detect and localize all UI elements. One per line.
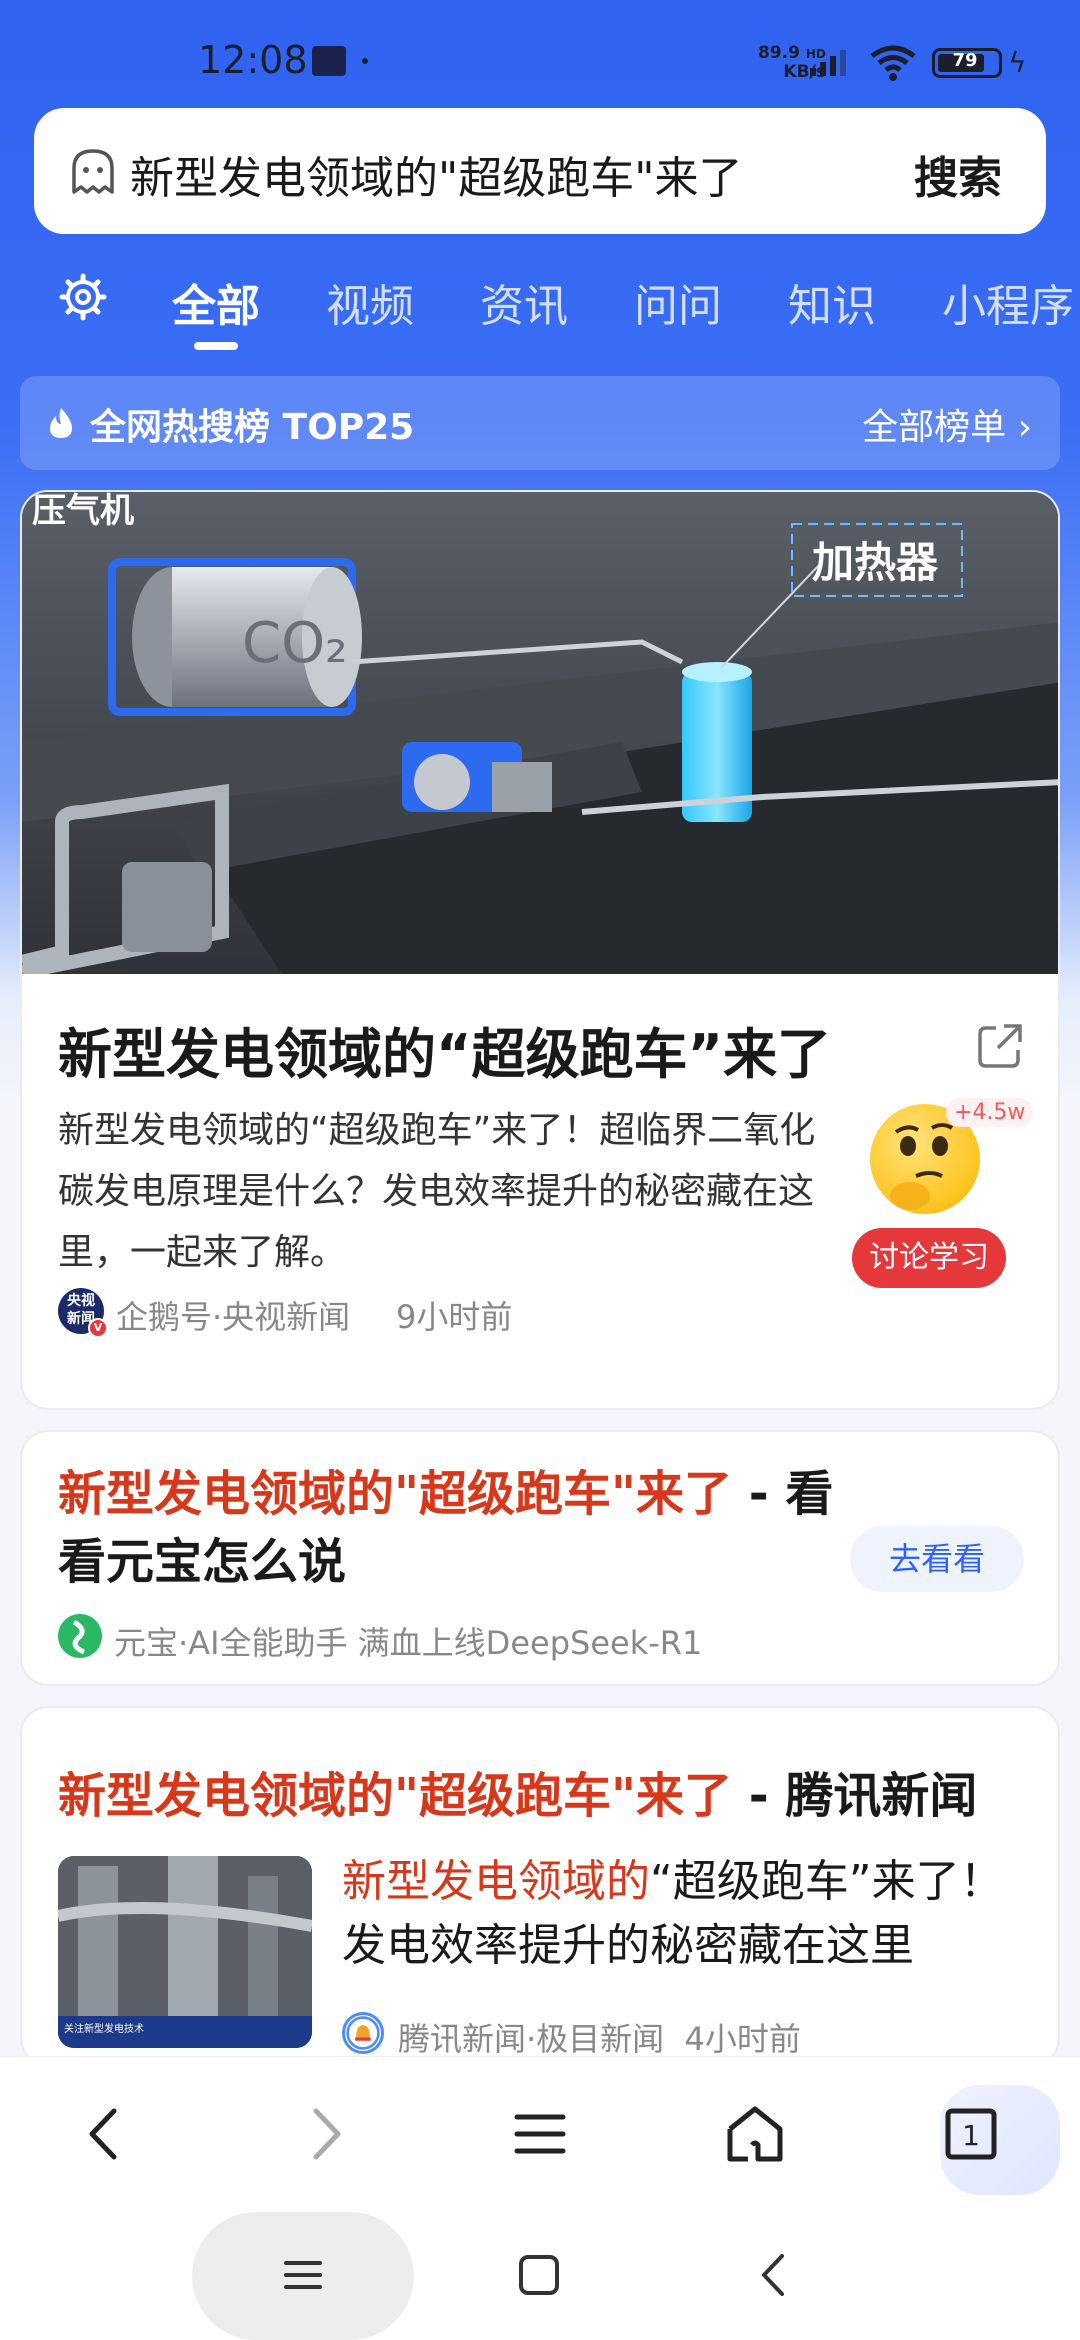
svg-text:关注新型发电技术: 关注新型发电技术 xyxy=(64,2022,144,2035)
discuss-learn-button[interactable]: 讨论学习 xyxy=(852,1228,1006,1288)
menu-icon[interactable] xyxy=(505,2099,575,2169)
yuanbao-logo-icon xyxy=(58,1614,102,1658)
video-thumbnail[interactable]: CO₂ 加热器 压气机 xyxy=(22,492,1058,974)
svg-text:1: 1 xyxy=(962,2119,980,2152)
compressor-label: 压气机 xyxy=(32,492,134,531)
tank-label: CO₂ xyxy=(242,611,348,676)
source-avatar: 央视 新闻 V xyxy=(58,1288,108,1338)
forward-icon[interactable] xyxy=(290,2099,360,2169)
result-card-video[interactable]: CO₂ 加热器 压气机 新型发电领域的“超级跑车”来了 新型发电领域的“超级跑车… xyxy=(20,490,1060,1410)
charging-icon: ϟ xyxy=(1008,46,1027,79)
tabs-icon: 1 xyxy=(945,2108,997,2160)
verified-icon: V xyxy=(88,1318,108,1338)
system-menu-icon[interactable] xyxy=(278,2250,328,2300)
source-name[interactable]: 企鹅号·央视新闻 xyxy=(116,1292,350,1338)
search-box[interactable]: 新型发电领域的"超级跑车"来了 搜索 xyxy=(34,108,1046,234)
hot-list-title: 全网热搜榜 TOP25 xyxy=(90,407,415,448)
heater-label: 加热器 xyxy=(812,538,939,587)
tencent-news-logo-icon xyxy=(342,2012,384,2054)
tab-knowledge[interactable]: 知识 xyxy=(788,270,876,334)
tab-video[interactable]: 视频 xyxy=(326,270,414,334)
tab-ask[interactable]: 问问 xyxy=(634,270,722,334)
reaction-count: +4.5w xyxy=(946,1098,1034,1127)
share-icon[interactable] xyxy=(974,1020,1026,1072)
home-icon[interactable] xyxy=(720,2099,790,2169)
go-see-button[interactable]: 去看看 xyxy=(850,1526,1024,1592)
settings-gear-icon[interactable] xyxy=(58,272,108,322)
result-summary: 新型发电领域的“超级跑车”来了！超临界二氧化碳发电原理是什么？发电效率提升的秘密… xyxy=(58,1110,816,1273)
search-input[interactable]: 新型发电领域的"超级跑车"来了 xyxy=(130,142,742,206)
power-plant-illustration: CO₂ 加热器 压气机 xyxy=(22,492,1058,974)
tab-all[interactable]: 全部 xyxy=(172,270,260,334)
news-thumbnail[interactable]: 关注新型发电技术 xyxy=(58,1856,312,2048)
active-tab-indicator xyxy=(194,342,238,350)
news-subtitle[interactable]: 新型发电领域的“超级跑车”来了！发电效率提升的秘密藏在这里 xyxy=(342,1850,1022,1978)
ai-result-title[interactable]: 新型发电领域的"超级跑车"来了 - 看看元宝怎么说 xyxy=(58,1460,878,1596)
flame-icon xyxy=(50,408,72,438)
publish-time: 9小时前 xyxy=(396,1298,513,1336)
discussion-widget[interactable]: +4.5w 讨论学习 xyxy=(852,1098,1034,1294)
result-card-tencent-news[interactable]: 新型发电领域的"超级跑车"来了 - 腾讯新闻 关注新型发电技术 新型发电领域的“… xyxy=(20,1706,1060,2066)
news-result-title[interactable]: 新型发电领域的"超级跑车"来了 - 腾讯新闻 xyxy=(58,1756,977,1826)
tab-news[interactable]: 资讯 xyxy=(480,270,568,334)
battery-icon: 79 xyxy=(932,48,1002,78)
search-button[interactable]: 搜索 xyxy=(914,142,1002,206)
status-time: 12:08 xyxy=(198,38,308,82)
result-card-ai-answer[interactable]: 新型发电领域的"超级跑车"来了 - 看看元宝怎么说 去看看 元宝·AI全能助手 … xyxy=(20,1430,1060,1686)
browser-toolbar: 1 xyxy=(0,2056,1080,2206)
more-notifications-icon xyxy=(362,58,368,64)
system-home-icon[interactable] xyxy=(514,2250,564,2300)
hot-search-bar[interactable]: 全网热搜榜 TOP25 全部榜单 › xyxy=(20,376,1060,470)
result-title[interactable]: 新型发电领域的“超级跑车”来了 xyxy=(58,1010,831,1089)
signal-icon xyxy=(810,50,846,76)
system-back-icon[interactable] xyxy=(750,2250,800,2300)
tab-switcher-button[interactable]: 1 xyxy=(940,2085,1060,2195)
back-icon[interactable] xyxy=(70,2099,140,2169)
ghost-icon xyxy=(72,149,114,194)
notification-icon xyxy=(312,46,346,76)
wifi-icon xyxy=(870,45,916,81)
system-navigation-bar xyxy=(0,2206,1080,2340)
status-bar: 12:08 89.9 HD KB/s 79 ϟ xyxy=(0,0,1080,110)
category-tabs: 全部 视频 资讯 问问 知识 小程序 xyxy=(0,258,1080,358)
all-rankings-link[interactable]: 全部榜单 › xyxy=(862,398,1032,450)
tab-mini-program[interactable]: 小程序 xyxy=(942,270,1074,334)
